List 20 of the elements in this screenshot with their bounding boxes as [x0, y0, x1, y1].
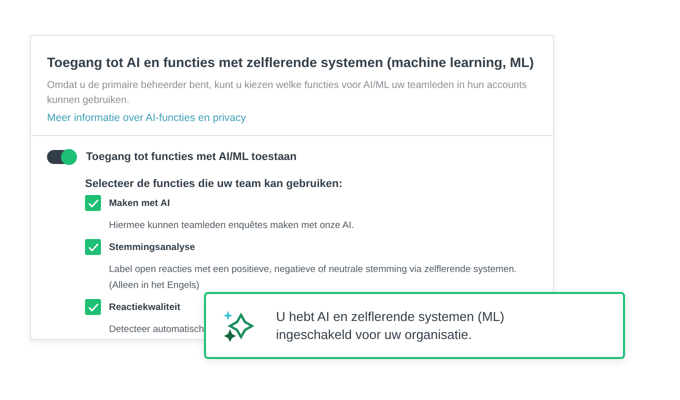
feature-description: Hiermee kunnen teamleden enquêtes maken met onze AI. [109, 219, 354, 233]
toggle-switch[interactable] [47, 150, 75, 164]
checkbox[interactable] [85, 299, 101, 315]
privacy-link[interactable]: Meer informatie over AI-functies en privacy [47, 112, 246, 124]
toggle-label: Toegang tot functies met AI/ML toestaan [86, 151, 297, 163]
feature-label: Reactiekwaliteit [109, 302, 180, 312]
checkbox[interactable] [85, 239, 101, 255]
checkmark-icon [88, 242, 98, 252]
toast-message: U hebt AI en zelflerende systemen (ML) ingeschakeld voor uw organisatie. [276, 308, 506, 344]
checkmark-icon [88, 198, 98, 208]
feature-label: Stemmingsanalyse [109, 242, 196, 252]
feature-label: Maken met AI [109, 198, 170, 208]
feature-description: Detecteer automatisch [109, 323, 204, 337]
checkbox[interactable] [85, 195, 101, 211]
checkmark-icon [88, 302, 98, 312]
sparkle-icon [222, 310, 254, 342]
card-title: Toegang tot AI en functies met zelflerende systemen (machine learning, ML) [47, 54, 535, 72]
features-heading: Selecteer de functies die uw team kan gebruiken: [85, 178, 344, 190]
feature-description: Label open reacties met een positieve, negatieve of neutrale stemming via zelflerende systemen. (Alleen in het Engels) [109, 263, 517, 293]
card-description: Omdat u de primaire beheerder bent, kunt u kiezen welke functies voor AI/ML uw teamleden in hun accounts kunnen gebruiken. [47, 79, 528, 108]
